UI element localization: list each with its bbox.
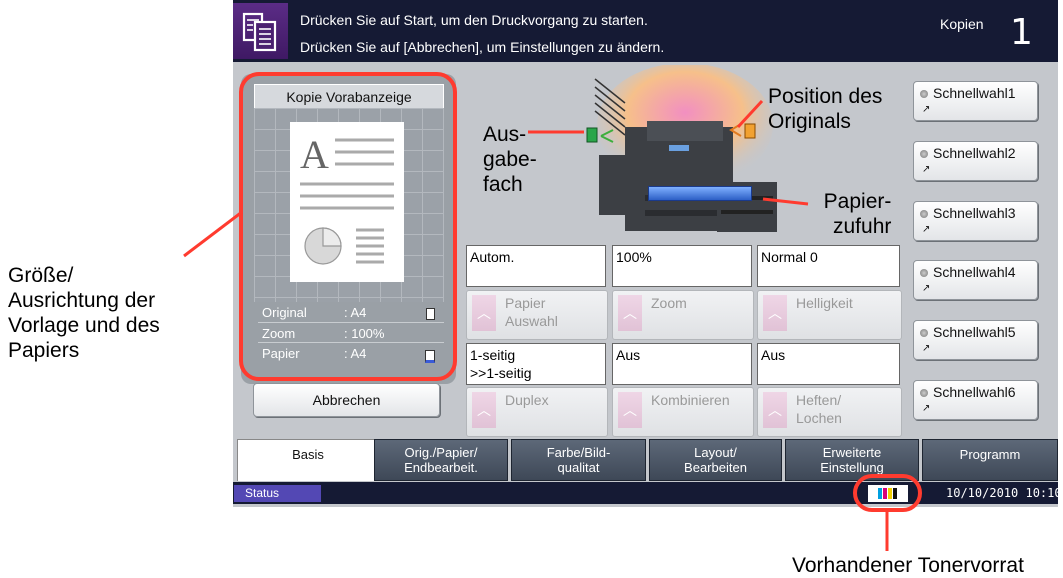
callout-lines	[183, 99, 889, 551]
callout-toner: Vorhandener Tonervorrat	[792, 554, 1024, 577]
